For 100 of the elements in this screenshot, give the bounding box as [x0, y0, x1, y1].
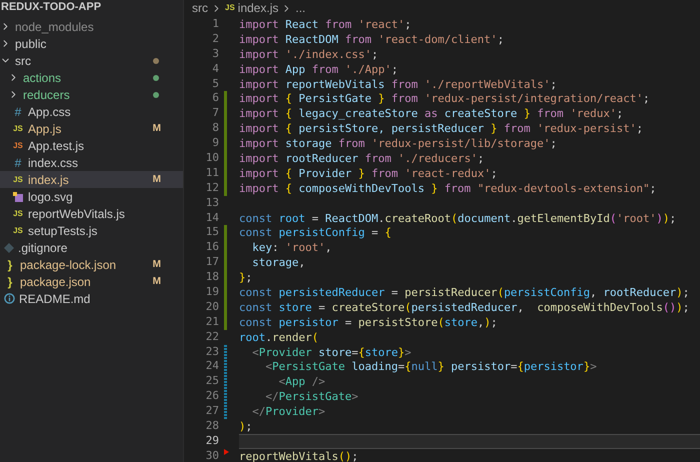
- folder-item[interactable]: actions: [0, 69, 183, 86]
- line-number: 8: [211, 121, 219, 136]
- line-number: 14: [204, 210, 219, 226]
- file-item[interactable]: README.md: [0, 290, 183, 307]
- git-status-label: M: [152, 258, 161, 272]
- file-type-icon: }: [4, 276, 16, 288]
- line-number: 9: [211, 136, 219, 152]
- code-line: const persistedReducer = persistReducer(persistConfig, rootReducer);: [239, 286, 690, 300]
- code-line: import { legacy_createStore as createStore } from 'redux';: [239, 107, 624, 120]
- line-number: 15: [204, 225, 219, 240]
- git-status-label: M: [152, 122, 161, 136]
- file-type-icon: JS: [12, 142, 24, 150]
- item-name: public: [15, 36, 48, 52]
- code-line: const persistConfig = {: [239, 226, 392, 240]
- code-line: import { composeWithDevTools } from "redux-devtools-extension";: [239, 182, 656, 195]
- folder-item[interactable]: public: [0, 35, 183, 52]
- code-line: import './index.css';: [239, 48, 378, 61]
- file-item[interactable]: # index.css: [0, 154, 183, 171]
- line-number: 17: [204, 255, 219, 270]
- file-item[interactable]: logo.svg: [0, 188, 183, 205]
- file-item[interactable]: JS App.test.js: [0, 137, 183, 154]
- line-number: 24: [204, 359, 219, 374]
- info-icon: [4, 293, 15, 304]
- line-number: 16: [204, 240, 219, 256]
- file-type-icon: JS: [225, 2, 235, 14]
- line-number: 2: [211, 32, 219, 47]
- file-type-icon: #: [12, 156, 24, 168]
- diamond-icon: [4, 242, 14, 252]
- code-line: import ReactDOM from 'react-dom/client';: [239, 32, 504, 46]
- code-line: import storage from 'redux-persist/lib/storage';: [239, 137, 557, 150]
- item-name: index.js: [28, 172, 70, 188]
- code-line: };: [239, 271, 252, 284]
- code-line: import reportWebVitals from './reportWebVitals';: [239, 78, 557, 91]
- file-item[interactable]: } package-lock.json M: [0, 256, 183, 273]
- folder-item[interactable]: reducers: [0, 86, 183, 103]
- item-name: package-lock.json: [20, 256, 118, 274]
- code-line: <App />: [278, 375, 326, 388]
- item-name: App.js: [28, 120, 62, 138]
- line-number: 27: [204, 404, 219, 420]
- item-name: node_modules: [15, 18, 95, 36]
- code-line: root.render(: [239, 330, 318, 344]
- line-number: 25: [204, 374, 219, 390]
- git-status-label: M: [152, 173, 161, 187]
- code-line: storage,: [251, 256, 306, 270]
- line-number: 20: [204, 300, 219, 315]
- item-name: reducers: [23, 86, 71, 104]
- code-line: import rootReducer from './reducers';: [239, 152, 484, 166]
- line-number: 30: [204, 448, 219, 462]
- code-line: key: 'root',: [251, 241, 332, 254]
- line-number: 22: [204, 330, 219, 345]
- code-line: import { persistStore, persistReducer } from 'redux-persist';: [239, 122, 644, 136]
- line-number: 23: [204, 344, 219, 360]
- line-number: 28: [204, 419, 219, 434]
- folder-item[interactable]: src: [0, 52, 183, 69]
- file-item[interactable]: JS index.js M: [0, 171, 183, 188]
- item-name: src: [15, 52, 32, 70]
- line-number: 12: [204, 180, 219, 196]
- line-number: 19: [204, 285, 219, 300]
- breadcrumb-item[interactable]: ...: [295, 0, 306, 17]
- code-line: </PersistGate>: [264, 390, 358, 404]
- file-item[interactable]: JS App.js M: [0, 120, 183, 137]
- code-line: import { Provider } from 'react-redux';: [239, 166, 498, 180]
- folder-item[interactable]: node_modules: [0, 18, 183, 35]
- line-number: 13: [204, 196, 219, 211]
- item-name: .gitignore: [18, 240, 68, 256]
- code-line: const persistor = persistStore(store,);: [239, 316, 498, 329]
- line-number: 6: [211, 91, 219, 106]
- file-type-icon: JS: [12, 226, 24, 234]
- file-item[interactable]: JS setupTests.js: [0, 222, 183, 239]
- project-title: REDUX-TODO-APP: [0, 0, 102, 15]
- code-line: const root = ReactDOM.createRoot(document.getElementById('root'));: [239, 212, 676, 225]
- breadcrumb-item[interactable]: src: [192, 0, 208, 17]
- code-line: import React from 'react';: [239, 18, 412, 31]
- line-number: 3: [211, 46, 219, 62]
- line-number: 7: [211, 106, 219, 122]
- file-item[interactable]: # App.css: [0, 103, 183, 120]
- file-item[interactable]: } package.json M: [0, 273, 183, 290]
- line-number: 26: [204, 389, 219, 404]
- image-file-icon: [12, 190, 24, 202]
- line-number: 21: [204, 314, 219, 330]
- code-line: import { PersistGate } from 'redux-persist/integration/react';: [239, 92, 650, 106]
- file-type-icon: JS: [12, 176, 24, 184]
- git-status-label: M: [152, 275, 161, 289]
- code-line: <Provider store={store}>: [251, 346, 412, 359]
- code-line: const store = createStore(persistedReducer, composeWithDevTools());: [239, 300, 690, 314]
- file-item[interactable]: .gitignore: [0, 239, 183, 256]
- line-number: 5: [211, 76, 219, 92]
- line-number: 18: [204, 270, 219, 286]
- file-item[interactable]: JS reportWebVitals.js: [0, 205, 183, 222]
- line-number: 1: [211, 17, 219, 32]
- line-number: 10: [204, 151, 219, 166]
- code-line: import App from './App';: [239, 62, 398, 76]
- line-number: 11: [204, 166, 219, 181]
- item-name: reportWebVitals.js: [28, 206, 126, 222]
- line-number: 29: [204, 434, 219, 449]
- deleted-line-marker: [224, 448, 229, 455]
- breadcrumb-item[interactable]: index.js: [238, 0, 278, 17]
- item-name: setupTests.js: [28, 222, 98, 240]
- item-name: package.json: [20, 274, 92, 290]
- code-line: reportWebVitals();: [239, 450, 358, 462]
